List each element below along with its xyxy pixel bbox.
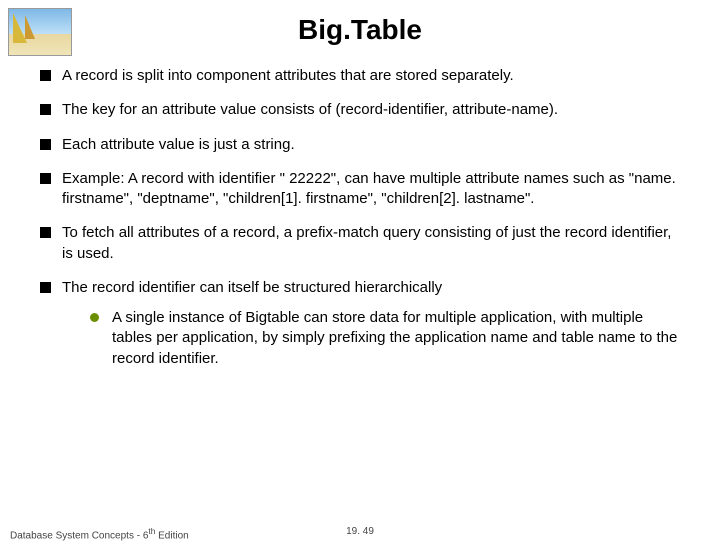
slide-content: A record is split into component attribu…	[0, 66, 720, 369]
slide: Big.Table A record is split into compone…	[0, 0, 720, 540]
sub-bullet-item: A single instance of Bigtable can store …	[90, 308, 686, 369]
bullet-text: The record identifier can itself be stru…	[62, 279, 442, 296]
bullet-item: Each attribute value is just a string.	[40, 135, 686, 155]
slide-title: Big.Table	[0, 0, 720, 66]
bullet-item: The key for an attribute value consists …	[40, 100, 686, 120]
bullet-item: Example: A record with identifier " 2222…	[40, 169, 686, 210]
bullet-item: To fetch all attributes of a record, a p…	[40, 223, 686, 264]
bullet-item: A record is split into component attribu…	[40, 66, 686, 86]
footer-page-number: 19. 49	[10, 526, 710, 537]
logo-image	[8, 8, 72, 56]
bullet-item: The record identifier can itself be stru…	[40, 278, 686, 369]
